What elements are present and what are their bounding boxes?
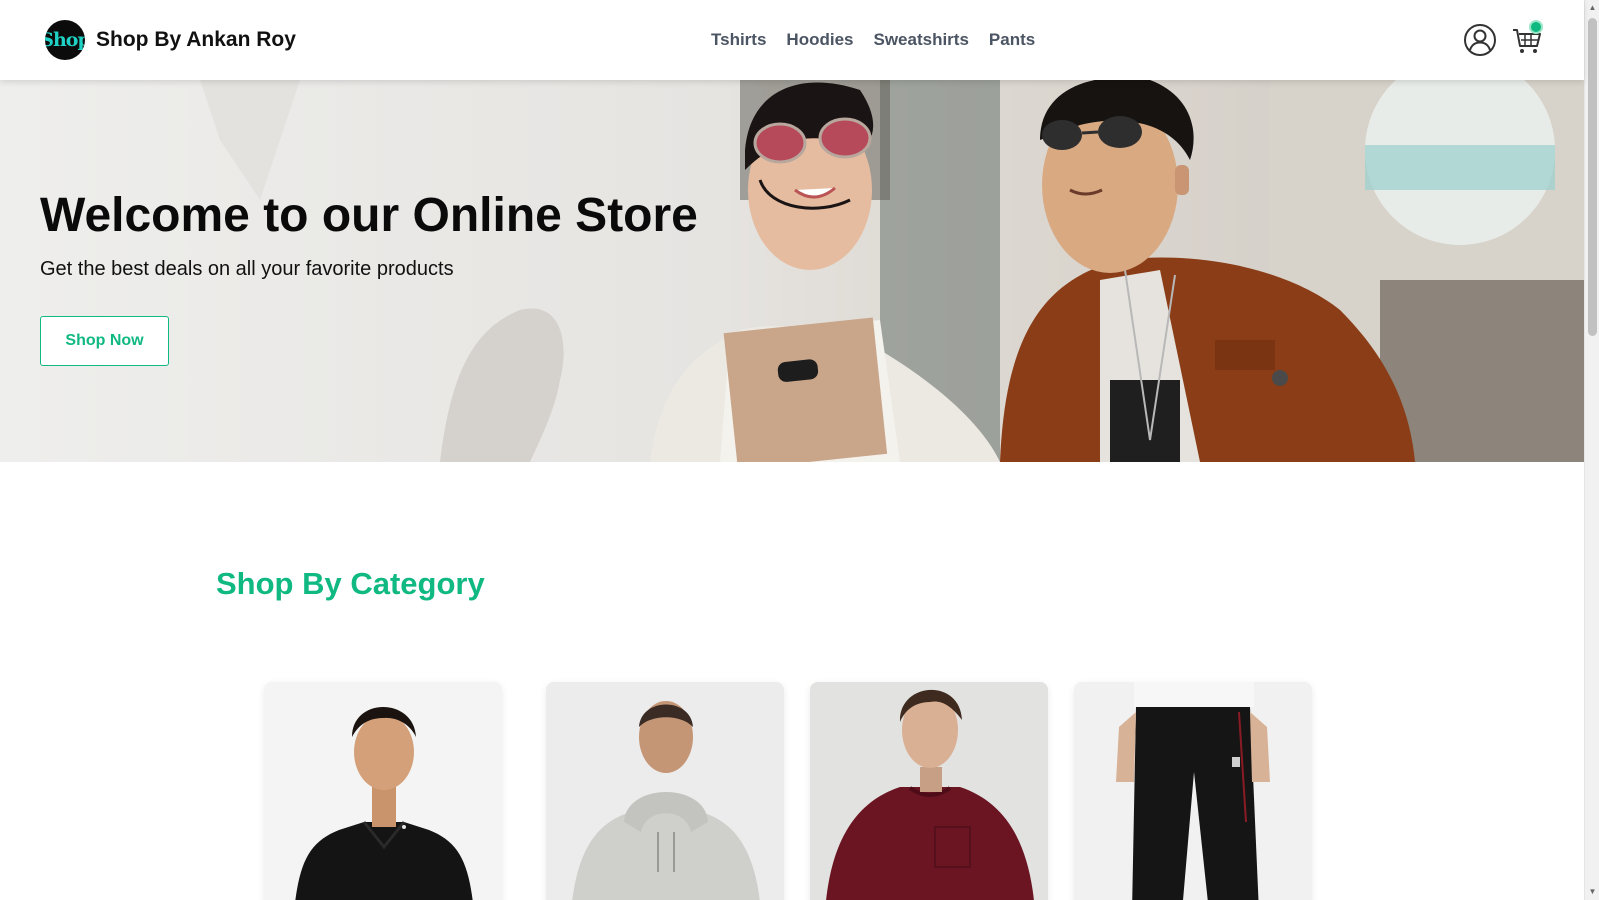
- category-card-tshirts[interactable]: [264, 682, 502, 900]
- category-image-pants: [1074, 682, 1312, 900]
- user-circle-icon[interactable]: [1463, 23, 1497, 57]
- nav-link-pants[interactable]: Pants: [989, 30, 1035, 50]
- hero-subtitle: Get the best deals on all your favorite …: [40, 258, 454, 280]
- shop-logo[interactable]: Shop: [45, 20, 85, 60]
- main-nav: Tshirts Hoodies Sweatshirts Pants: [711, 30, 1035, 50]
- category-section-title: Shop By Category: [216, 566, 485, 601]
- category-image-hoodies: [546, 682, 784, 900]
- scroll-down-arrow-icon[interactable]: ▼: [1588, 887, 1597, 897]
- category-image-sweatshirts: [810, 682, 1048, 900]
- page-scrollbar[interactable]: ▲ ▼: [1584, 0, 1599, 900]
- category-card-sweatshirts[interactable]: [810, 682, 1048, 900]
- scrollbar-thumb[interactable]: [1588, 18, 1597, 336]
- nav-link-tshirts[interactable]: Tshirts: [711, 30, 766, 50]
- site-header: Shop Shop By Ankan Roy Tshirts Hoodies S…: [0, 0, 1584, 80]
- brand-name[interactable]: Shop By Ankan Roy: [96, 28, 296, 52]
- hero-banner: Welcome to our Online Store Get the best…: [0, 80, 1584, 462]
- logo-text: Shop: [45, 29, 85, 51]
- category-card-pants[interactable]: [1074, 682, 1312, 900]
- cart-count-indicator: [1529, 20, 1543, 34]
- category-image-tshirts: [264, 682, 502, 900]
- category-card-hoodies[interactable]: [546, 682, 784, 900]
- scroll-up-arrow-icon[interactable]: ▲: [1588, 3, 1597, 13]
- nav-link-hoodies[interactable]: Hoodies: [786, 30, 853, 50]
- nav-link-sweatshirts[interactable]: Sweatshirts: [873, 30, 968, 50]
- hero-title: Welcome to our Online Store: [40, 189, 698, 242]
- shop-now-button[interactable]: Shop Now: [40, 316, 169, 366]
